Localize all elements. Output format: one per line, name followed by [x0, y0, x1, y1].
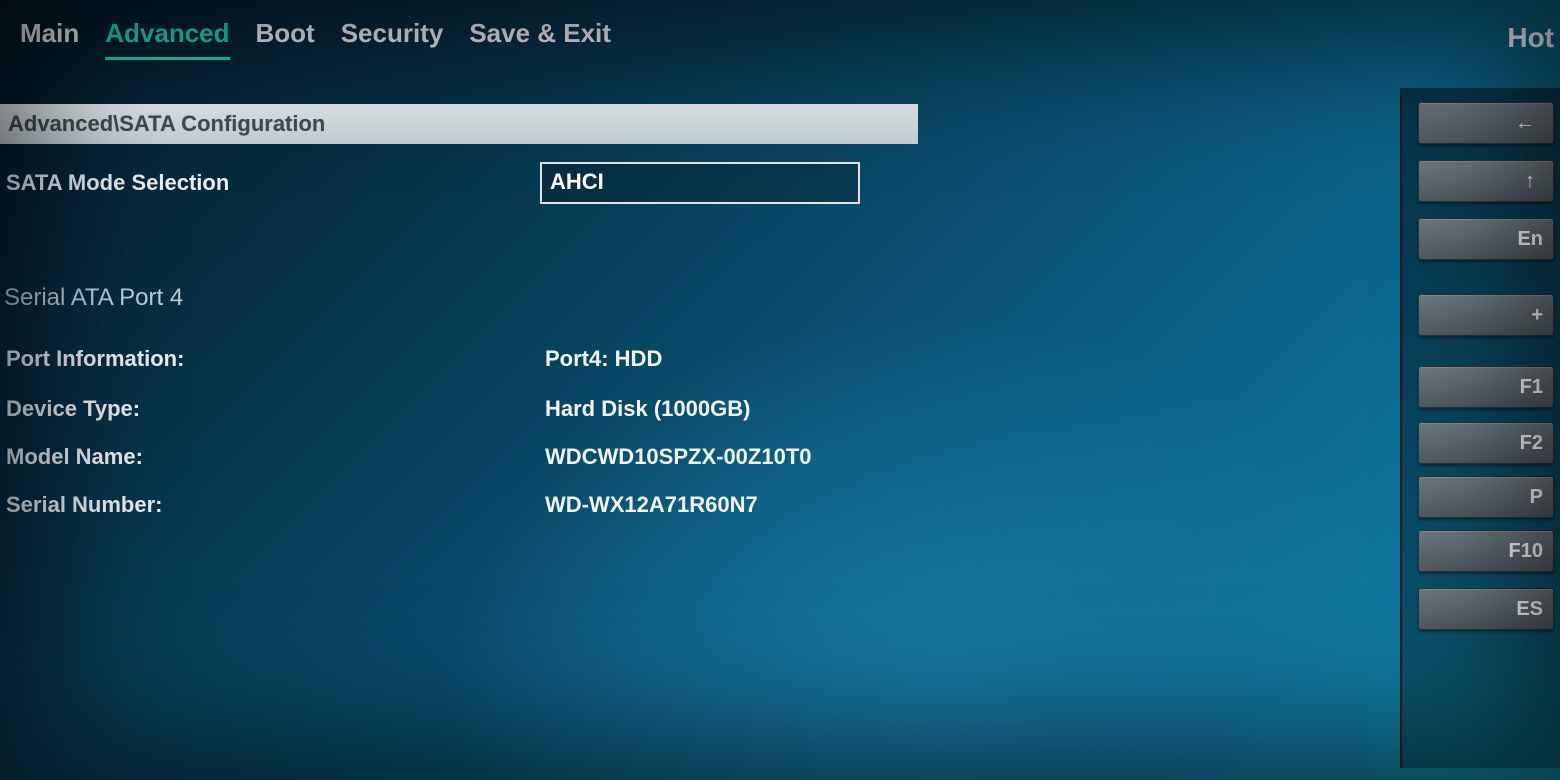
serial-number-label: Serial Number: — [6, 492, 163, 518]
tab-save-exit[interactable]: Save & Exit — [469, 18, 611, 60]
model-name-label: Model Name: — [6, 444, 143, 470]
main-panel: Advanced\SATA Configuration SATA Mode Se… — [0, 88, 1395, 768]
device-type-label: Device Type: — [6, 396, 140, 422]
arrow-up-icon: ↑ — [1525, 170, 1535, 193]
device-type-value: Hard Disk (1000GB) — [545, 396, 750, 422]
hint-f2-label: F2 — [1520, 432, 1543, 455]
hint-f2[interactable]: F2 — [1418, 422, 1554, 464]
tab-advanced[interactable]: Advanced — [105, 18, 229, 60]
hint-plus[interactable]: + — [1418, 294, 1554, 336]
hint-f10-label: F10 — [1509, 540, 1543, 563]
hint-esc-label: ES — [1516, 598, 1543, 621]
port-information-value: Port4: HDD — [545, 346, 662, 372]
hotkeys-header: Hot — [1507, 22, 1554, 54]
port-information-label: Port Information: — [6, 346, 184, 372]
hint-f10[interactable]: F10 — [1418, 530, 1554, 572]
hint-p[interactable]: P — [1418, 476, 1554, 518]
hotkey-side-panel: ← ↑ En + F1 F2 P F10 ES — [1400, 88, 1560, 768]
tab-main[interactable]: Main — [20, 18, 79, 60]
hint-f1[interactable]: F1 — [1418, 366, 1554, 408]
port-section-title: Serial ATA Port 4 — [4, 284, 183, 312]
plus-icon: + — [1531, 304, 1543, 327]
sata-mode-label: SATA Mode Selection — [6, 170, 229, 196]
serial-number-value: WD-WX12A71R60N7 — [545, 492, 758, 518]
model-name-value: WDCWD10SPZX-00Z10T0 — [545, 444, 812, 470]
tab-boot[interactable]: Boot — [256, 18, 315, 60]
arrow-left-icon: ← — [1515, 112, 1535, 135]
hint-up[interactable]: ↑ — [1418, 160, 1554, 202]
sata-mode-select[interactable]: AHCI — [540, 162, 860, 204]
tab-security[interactable]: Security — [341, 18, 444, 60]
hint-esc[interactable]: ES — [1418, 588, 1554, 630]
hint-f1-label: F1 — [1520, 376, 1543, 399]
hint-enter-label: En — [1517, 228, 1543, 251]
hint-enter[interactable]: En — [1418, 218, 1554, 260]
hint-p-label: P — [1530, 486, 1543, 509]
breadcrumb: Advanced\SATA Configuration — [0, 104, 918, 144]
hint-back[interactable]: ← — [1418, 102, 1554, 144]
menu-tabs: Main Advanced Boot Security Save & Exit — [0, 0, 1560, 66]
